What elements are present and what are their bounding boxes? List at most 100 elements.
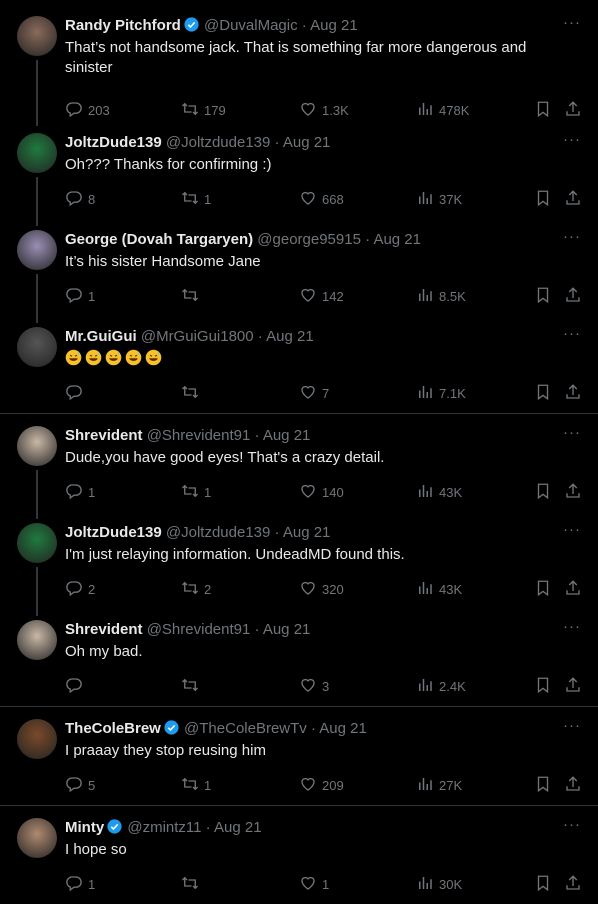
more-options-icon[interactable]: ··· xyxy=(563,14,581,31)
avatar[interactable] xyxy=(17,818,57,858)
retweet-button[interactable]: 2 xyxy=(181,579,211,599)
like-button[interactable]: 3 xyxy=(299,676,329,696)
display-name[interactable]: Shrevident xyxy=(65,427,143,444)
user-handle[interactable]: @DuvalMagic xyxy=(204,17,298,34)
avatar[interactable] xyxy=(17,16,57,56)
user-handle[interactable]: @Shrevident91 xyxy=(147,621,251,638)
share-button[interactable] xyxy=(564,383,582,403)
more-options-icon[interactable]: ··· xyxy=(563,325,581,342)
display-name[interactable]: Mr.GuiGui xyxy=(65,328,137,345)
user-handle[interactable]: @Shrevident91 xyxy=(147,427,251,444)
tweet-date[interactable]: · Aug 21 xyxy=(365,231,421,248)
avatar[interactable] xyxy=(17,620,57,660)
views-button[interactable]: 43K xyxy=(416,482,462,502)
like-button[interactable]: 1 xyxy=(299,874,329,894)
share-button[interactable] xyxy=(564,579,582,599)
retweet-button[interactable]: 1 xyxy=(181,482,211,502)
display-name[interactable]: George (Dovah Targaryen) xyxy=(65,231,253,248)
bookmark-button[interactable] xyxy=(534,383,552,403)
retweet-button[interactable]: 1 xyxy=(181,775,211,795)
reply-button[interactable]: 8 xyxy=(65,189,95,209)
views-button[interactable]: 27K xyxy=(416,775,462,795)
tweet-date[interactable]: · Aug 21 xyxy=(302,17,358,34)
like-button[interactable]: 1.3K xyxy=(299,100,349,120)
user-handle[interactable]: @george95915 xyxy=(257,231,361,248)
retweet-button[interactable] xyxy=(181,676,204,696)
more-options-icon[interactable]: ··· xyxy=(563,521,581,538)
reply-button[interactable]: 2 xyxy=(65,579,95,599)
bookmark-button[interactable] xyxy=(534,874,552,894)
reply-button[interactable]: 1 xyxy=(65,874,95,894)
views-button[interactable]: 7.1K xyxy=(416,383,466,403)
more-options-icon[interactable]: ··· xyxy=(563,717,581,734)
avatar[interactable] xyxy=(17,230,57,270)
tweet-date[interactable]: · Aug 21 xyxy=(275,524,331,541)
share-button[interactable] xyxy=(564,874,582,894)
tweet-date[interactable]: · Aug 21 xyxy=(258,328,314,345)
share-button[interactable] xyxy=(564,189,582,209)
share-button[interactable] xyxy=(564,482,582,502)
retweet-button[interactable]: 179 xyxy=(181,100,226,120)
retweet-button[interactable]: 1 xyxy=(181,189,211,209)
retweet-button[interactable] xyxy=(181,874,204,894)
views-button[interactable]: 2.4K xyxy=(416,676,466,696)
share-button[interactable] xyxy=(564,676,582,696)
more-options-icon[interactable]: ··· xyxy=(563,618,581,635)
tweet-date[interactable]: · Aug 21 xyxy=(311,720,367,737)
more-options-icon[interactable]: ··· xyxy=(563,424,581,441)
bookmark-button[interactable] xyxy=(534,676,552,696)
tweet-date[interactable]: · Aug 21 xyxy=(206,819,262,836)
display-name[interactable]: JoltzDude139 xyxy=(65,134,162,151)
display-name[interactable]: JoltzDude139 xyxy=(65,524,162,541)
display-name[interactable]: Minty xyxy=(65,819,104,836)
reply-button[interactable]: 203 xyxy=(65,100,110,120)
like-button[interactable]: 140 xyxy=(299,482,344,502)
share-button[interactable] xyxy=(564,100,582,120)
tweet-date[interactable]: · Aug 21 xyxy=(275,134,331,151)
avatar[interactable] xyxy=(17,426,57,466)
user-handle[interactable]: @Joltzdude139 xyxy=(166,524,270,541)
more-options-icon[interactable]: ··· xyxy=(563,131,581,148)
tweet-date[interactable]: · Aug 21 xyxy=(255,621,311,638)
views-button[interactable]: 30K xyxy=(416,874,462,894)
more-options-icon[interactable]: ··· xyxy=(563,228,581,245)
share-button[interactable] xyxy=(564,286,582,306)
retweet-button[interactable] xyxy=(181,383,204,403)
bookmark-button[interactable] xyxy=(534,189,552,209)
like-button[interactable]: 209 xyxy=(299,775,344,795)
bookmark-button[interactable] xyxy=(534,775,552,795)
user-handle[interactable]: @TheColeBrewTv xyxy=(184,720,307,737)
user-handle[interactable]: @MrGuiGui1800 xyxy=(141,328,254,345)
avatar[interactable] xyxy=(17,133,57,173)
like-button[interactable]: 7 xyxy=(299,383,329,403)
avatar[interactable] xyxy=(17,719,57,759)
reply-button[interactable]: 1 xyxy=(65,482,95,502)
views-button[interactable]: 43K xyxy=(416,579,462,599)
views-button[interactable]: 478K xyxy=(416,100,469,120)
bookmark-button[interactable] xyxy=(534,579,552,599)
tweet-date[interactable]: · Aug 21 xyxy=(255,427,311,444)
reply-button[interactable]: 1 xyxy=(65,286,95,306)
reply-button[interactable] xyxy=(65,383,88,403)
views-button[interactable]: 37K xyxy=(416,189,462,209)
display-name[interactable]: TheColeBrew xyxy=(65,720,161,737)
like-button[interactable]: 668 xyxy=(299,189,344,209)
reply-button[interactable]: 5 xyxy=(65,775,95,795)
bookmark-button[interactable] xyxy=(534,286,552,306)
views-button[interactable]: 8.5K xyxy=(416,286,466,306)
bookmark-button[interactable] xyxy=(534,482,552,502)
like-button[interactable]: 142 xyxy=(299,286,344,306)
retweet-button[interactable] xyxy=(181,286,204,306)
display-name[interactable]: Randy Pitchford xyxy=(65,17,181,34)
bookmark-icon xyxy=(534,676,552,697)
more-options-icon[interactable]: ··· xyxy=(563,816,581,833)
share-button[interactable] xyxy=(564,775,582,795)
display-name[interactable]: Shrevident xyxy=(65,621,143,638)
bookmark-button[interactable] xyxy=(534,100,552,120)
avatar[interactable] xyxy=(17,327,57,367)
user-handle[interactable]: @Joltzdude139 xyxy=(166,134,270,151)
user-handle[interactable]: @zmintz11 xyxy=(127,819,201,836)
reply-button[interactable] xyxy=(65,676,88,696)
avatar[interactable] xyxy=(17,523,57,563)
like-button[interactable]: 320 xyxy=(299,579,344,599)
